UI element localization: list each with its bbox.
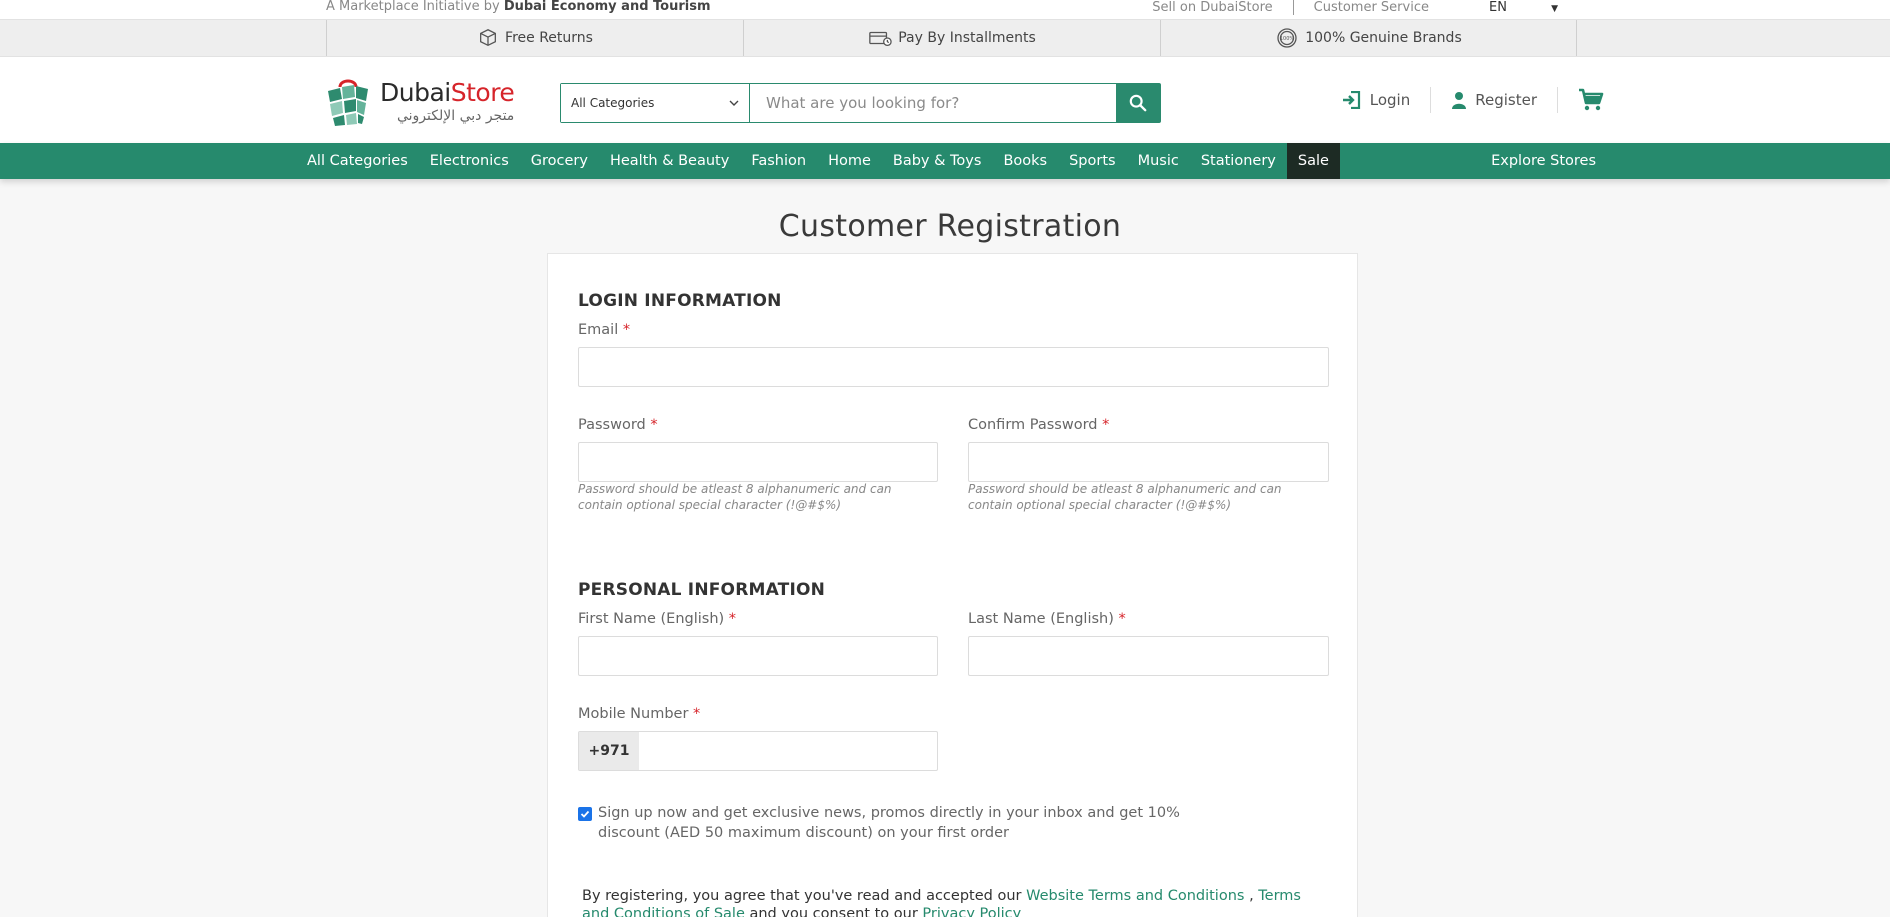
nav-item-fashion[interactable]: Fashion — [740, 143, 817, 179]
required-mark: * — [1102, 417, 1110, 433]
email-label: Email * — [578, 322, 631, 338]
language-label: EN — [1488, 0, 1507, 15]
installments-icon — [869, 31, 892, 47]
customer-service-link[interactable]: Customer Service — [1294, 0, 1449, 15]
search-bar: All Categories — [560, 83, 1161, 123]
register-label: Register — [1475, 91, 1537, 109]
cart-button[interactable] — [1558, 88, 1612, 112]
privacy-policy-link[interactable]: Privacy Policy — [922, 906, 1021, 917]
website-terms-link[interactable]: Website Terms and Conditions — [1026, 888, 1244, 904]
email-field[interactable] — [578, 347, 1329, 387]
personal-section-title: PERSONAL INFORMATION — [578, 580, 826, 600]
required-mark: * — [693, 706, 701, 722]
search-input[interactable] — [750, 84, 1116, 122]
newsletter-option: Sign up now and get exclusive news, prom… — [578, 803, 1228, 843]
checkmark-icon — [580, 810, 590, 818]
cart-icon — [1579, 88, 1604, 111]
benefit-label: Pay By Installments — [898, 30, 1036, 46]
nav-item-electronics[interactable]: Electronics — [419, 143, 520, 179]
language-selector[interactable]: EN ▼ — [1449, 0, 1578, 15]
category-nav-list: All Categories Electronics Grocery Healt… — [296, 143, 1340, 179]
login-label: Login — [1369, 91, 1411, 109]
required-mark: * — [622, 322, 631, 338]
mobile-label: Mobile Number * — [578, 706, 701, 722]
nav-item-sports[interactable]: Sports — [1058, 143, 1126, 179]
nav-item-all-categories[interactable]: All Categories — [296, 143, 419, 179]
required-mark: * — [1118, 611, 1126, 627]
header: DubaiStore متجر دبي الإلكتروني All Categ… — [0, 57, 1890, 143]
confirm-password-field[interactable] — [968, 442, 1329, 482]
required-mark: * — [650, 417, 658, 433]
genuine-badge-icon: 100% — [1277, 28, 1297, 48]
nav-item-grocery[interactable]: Grocery — [520, 143, 599, 179]
confirm-password-hint: Password should be atleast 8 alphanumeri… — [968, 482, 1282, 512]
nav-item-music[interactable]: Music — [1127, 143, 1190, 179]
search-icon — [1129, 94, 1147, 112]
first-name-label: First Name (English) * — [578, 611, 737, 627]
logo[interactable]: DubaiStore متجر دبي الإلكتروني — [326, 77, 515, 127]
nav-item-stationery[interactable]: Stationery — [1190, 143, 1287, 179]
confirm-password-label: Confirm Password * — [968, 417, 1110, 433]
page-title: Customer Registration — [778, 209, 1122, 244]
benefit-installments: Pay By Installments — [743, 20, 1160, 56]
password-label: Password * — [578, 417, 658, 433]
caret-down-icon: ▼ — [1551, 3, 1558, 14]
terms-text: By registering, you agree that you've re… — [582, 887, 1302, 917]
nav-item-health-beauty[interactable]: Health & Beauty — [599, 143, 740, 179]
last-name-field[interactable] — [968, 636, 1329, 676]
register-link[interactable]: Register — [1431, 91, 1557, 109]
return-box-icon — [480, 29, 497, 47]
logo-name-accent: Store — [450, 78, 515, 107]
initiative-org[interactable]: Dubai Economy and Tourism — [504, 0, 711, 14]
initiative-text: A Marketplace Initiative by Dubai Econom… — [326, 0, 711, 14]
nav-item-home[interactable]: Home — [817, 143, 882, 179]
benefits-bar: Free Returns Pay By Installments 100% 10… — [0, 19, 1890, 57]
top-links: Sell on DubaiStore Customer Service EN ▼ — [1132, 0, 1578, 15]
category-select-value: All Categories — [571, 96, 655, 110]
benefit-free-returns: Free Returns — [326, 20, 743, 56]
account-links: Login Register — [1322, 87, 1612, 113]
newsletter-text: Sign up now and get exclusive news, prom… — [598, 805, 1180, 841]
user-icon — [1452, 92, 1467, 109]
page: A Marketplace Initiative by Dubai Econom… — [0, 0, 1890, 917]
nav-item-books[interactable]: Books — [992, 143, 1058, 179]
login-section-title: LOGIN INFORMATION — [578, 291, 782, 311]
initiative-prefix: A Marketplace Initiative by — [326, 0, 500, 14]
newsletter-checkbox[interactable] — [578, 807, 592, 821]
country-code-prefix: +971 — [579, 732, 639, 770]
search-button[interactable] — [1116, 84, 1160, 122]
benefit-label: 100% Genuine Brands — [1305, 30, 1462, 46]
sell-link[interactable]: Sell on DubaiStore — [1132, 0, 1292, 15]
logo-name: DubaiStore — [380, 78, 515, 107]
first-name-field[interactable] — [578, 636, 938, 676]
svg-text:100%: 100% — [1280, 36, 1295, 42]
benefit-genuine: 100% 100% Genuine Brands — [1160, 20, 1577, 56]
category-nav: All Categories Electronics Grocery Healt… — [0, 143, 1890, 179]
logo-text: DubaiStore متجر دبي الإلكتروني — [380, 78, 515, 125]
login-link[interactable]: Login — [1322, 91, 1430, 109]
benefit-label: Free Returns — [505, 30, 593, 46]
password-field[interactable] — [578, 442, 938, 482]
top-bar: A Marketplace Initiative by Dubai Econom… — [0, 0, 1890, 19]
password-hint: Password should be atleast 8 alphanumeri… — [578, 482, 892, 512]
mobile-number-field[interactable]: +971 — [578, 731, 938, 771]
registration-form: LOGIN INFORMATION Email * Password * Pas… — [547, 253, 1358, 917]
required-mark: * — [728, 611, 737, 627]
chevron-down-icon — [729, 100, 739, 106]
nav-item-baby-toys[interactable]: Baby & Toys — [882, 143, 993, 179]
sign-in-icon — [1342, 91, 1360, 109]
explore-stores-link[interactable]: Explore Stores — [1491, 143, 1596, 179]
nav-item-sale[interactable]: Sale — [1286, 143, 1340, 179]
category-select[interactable]: All Categories — [561, 84, 750, 122]
last-name-label: Last Name (English) * — [968, 611, 1126, 627]
logo-arabic: متجر دبي الإلكتروني — [396, 108, 515, 124]
shopping-bag-logo-icon — [328, 79, 368, 126]
